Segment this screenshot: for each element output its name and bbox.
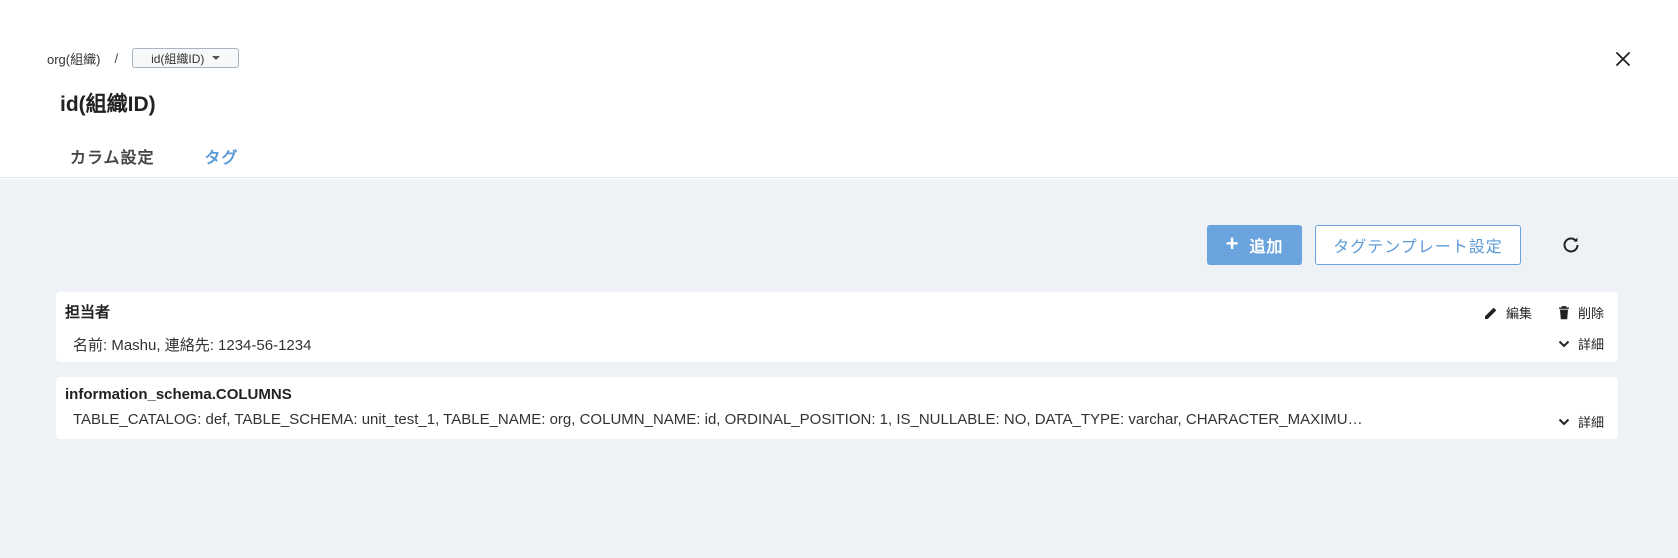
add-tag-button[interactable]: + 追加 bbox=[1207, 225, 1302, 265]
edit-tag-label: 編集 bbox=[1505, 306, 1532, 321]
tag-card-body: 名前: Mashu, 連絡先: 1234-56-1234 bbox=[73, 337, 312, 354]
dialog-header: org(組織) / id(組織ID) id(組織ID) カラム設定 タグ bbox=[0, 0, 1678, 178]
breadcrumb-separator: / bbox=[114, 50, 119, 66]
tab-tags[interactable]: タグ bbox=[205, 144, 239, 168]
page-title: id(組織ID) bbox=[60, 93, 156, 116]
tag-card: 担当者 編集 削除 名前: Mashu, 連絡先: 1234-56-1234 詳… bbox=[56, 292, 1618, 362]
edit-tag-button[interactable]: 編集 bbox=[1484, 303, 1532, 322]
close-icon bbox=[1616, 52, 1630, 66]
refresh-icon bbox=[1563, 237, 1579, 253]
tag-card-title: information_schema.COLUMNS bbox=[65, 386, 292, 403]
pencil-icon bbox=[1484, 307, 1497, 319]
tag-card-actions: 編集 削除 bbox=[1484, 303, 1604, 322]
delete-tag-button[interactable]: 削除 bbox=[1558, 303, 1604, 322]
tag-detail-toggle[interactable]: 詳細 bbox=[1558, 412, 1604, 431]
plus-icon: + bbox=[1225, 231, 1240, 256]
tag-detail-label: 詳細 bbox=[1577, 415, 1604, 430]
add-tag-label: 追加 bbox=[1249, 239, 1284, 256]
close-button[interactable] bbox=[1610, 46, 1636, 72]
delete-tag-label: 削除 bbox=[1577, 306, 1604, 321]
tag-card-title: 担当者 bbox=[65, 304, 111, 321]
tags-toolbar: + 追加 タグテンプレート設定 bbox=[1207, 225, 1588, 265]
tag-detail-label: 詳細 bbox=[1577, 337, 1604, 352]
tag-card: information_schema.COLUMNS TABLE_CATALOG… bbox=[56, 377, 1618, 439]
tag-detail-toggle[interactable]: 詳細 bbox=[1558, 334, 1604, 353]
caret-down-icon bbox=[212, 56, 221, 60]
trash-icon bbox=[1558, 305, 1569, 319]
column-select-value: id(組織ID) bbox=[151, 51, 205, 66]
breadcrumb-parent[interactable]: org(組織) bbox=[47, 49, 100, 68]
column-select-dropdown[interactable]: id(組織ID) bbox=[132, 48, 240, 68]
tab-column-settings[interactable]: カラム設定 bbox=[70, 144, 155, 168]
tag-card-body: TABLE_CATALOG: def, TABLE_SCHEMA: unit_t… bbox=[73, 411, 1363, 428]
breadcrumb: org(組織) / id(組織ID) bbox=[47, 48, 240, 68]
tab-bar: カラム設定 タグ bbox=[70, 144, 239, 168]
tags-panel: + 追加 タグテンプレート設定 担当者 編集 削除 名前: Mashu, 連絡先… bbox=[0, 179, 1678, 558]
tag-template-settings-button[interactable]: タグテンプレート設定 bbox=[1315, 225, 1521, 265]
chevron-down-icon bbox=[1558, 340, 1570, 347]
refresh-button[interactable] bbox=[1554, 228, 1588, 262]
chevron-down-icon bbox=[1558, 418, 1570, 425]
